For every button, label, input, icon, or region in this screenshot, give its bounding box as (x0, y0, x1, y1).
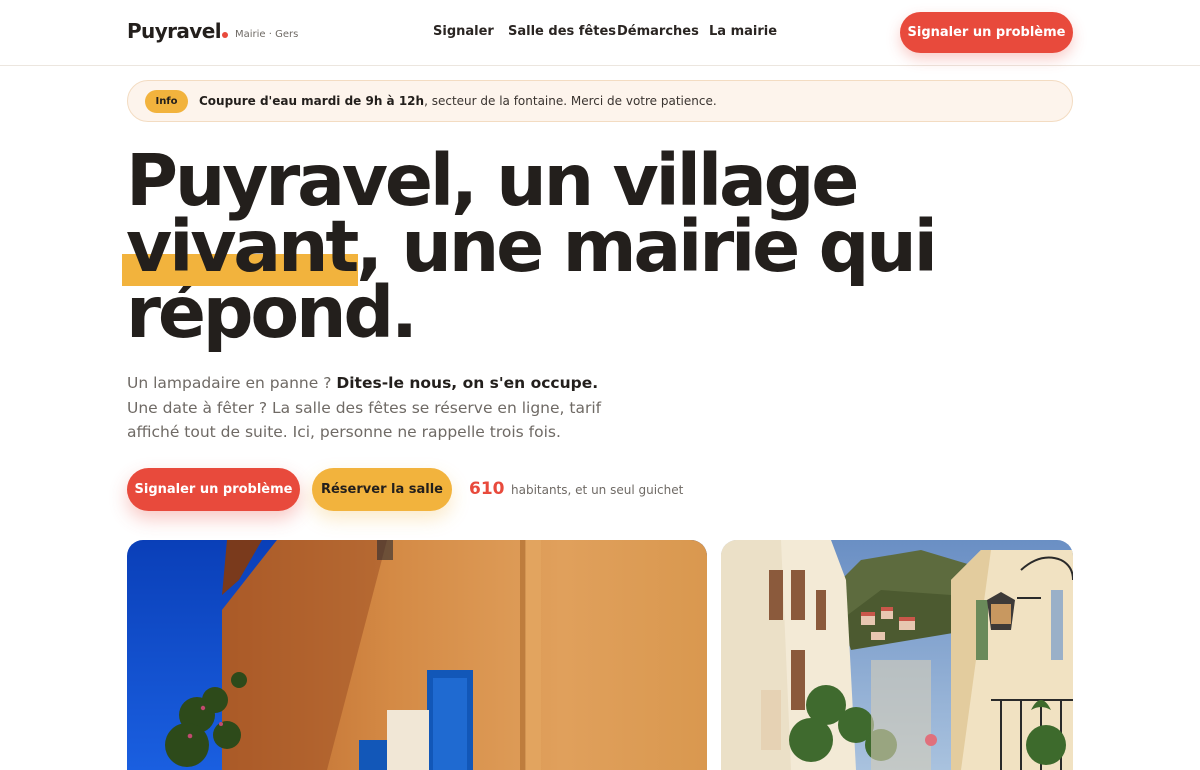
info-badge: Info (145, 90, 188, 113)
brand-logo[interactable]: Puyravel (127, 19, 222, 43)
header-report-button[interactable]: Signaler un problème (900, 12, 1073, 53)
hero-title-line2: , une mairie qui (356, 205, 938, 288)
hero-highlight: vivant (122, 211, 359, 286)
population-label: habitants, et un seul guichet (511, 483, 684, 497)
banner-message-bold: Coupure d'eau mardi de 9h à 12h (199, 94, 425, 108)
hero-highlight-word: vivant (126, 205, 359, 288)
banner-message-rest: , secteur de la fontaine. Merci de votre… (424, 94, 717, 108)
village-street-photo (721, 540, 1073, 770)
banner-message: Coupure d'eau mardi de 9h à 12h, secteur… (199, 94, 717, 108)
population-count: 610 (469, 479, 505, 499)
hero-lead: Un lampadaire en panne ? Dites-le nous, … (127, 371, 617, 445)
facade-illustration (127, 540, 707, 770)
hero-lead-bold: Dites-le nous, on s'en occupe. (336, 374, 599, 392)
nav-item-signaler[interactable]: Signaler (433, 24, 494, 39)
hero-title: Puyravel, un village vivant, une mairie … (122, 145, 1026, 348)
nav-item-demarches[interactable]: Démarches (617, 24, 699, 39)
info-banner: Info Coupure d'eau mardi de 9h à 12h, se… (127, 80, 1073, 122)
nav-item-la-mairie[interactable]: La mairie (709, 24, 777, 39)
street-illustration (721, 540, 1073, 770)
village-facade-photo (127, 540, 707, 770)
site-header: Puyravel Mairie · Gers Signaler Salle de… (0, 0, 1200, 66)
brand-subtitle: Mairie · Gers (235, 29, 299, 40)
hero-lead-end: Une date à fêter ? La salle des fêtes se… (127, 398, 602, 442)
book-hall-button[interactable]: Réserver la salle (312, 468, 452, 511)
brand-dot-icon (222, 32, 228, 38)
report-problem-button[interactable]: Signaler un problème (127, 468, 300, 511)
nav-item-salle-des-fetes[interactable]: Salle des fêtes (508, 24, 616, 39)
hero-lead-start: Un lampadaire en panne ? (127, 374, 337, 392)
